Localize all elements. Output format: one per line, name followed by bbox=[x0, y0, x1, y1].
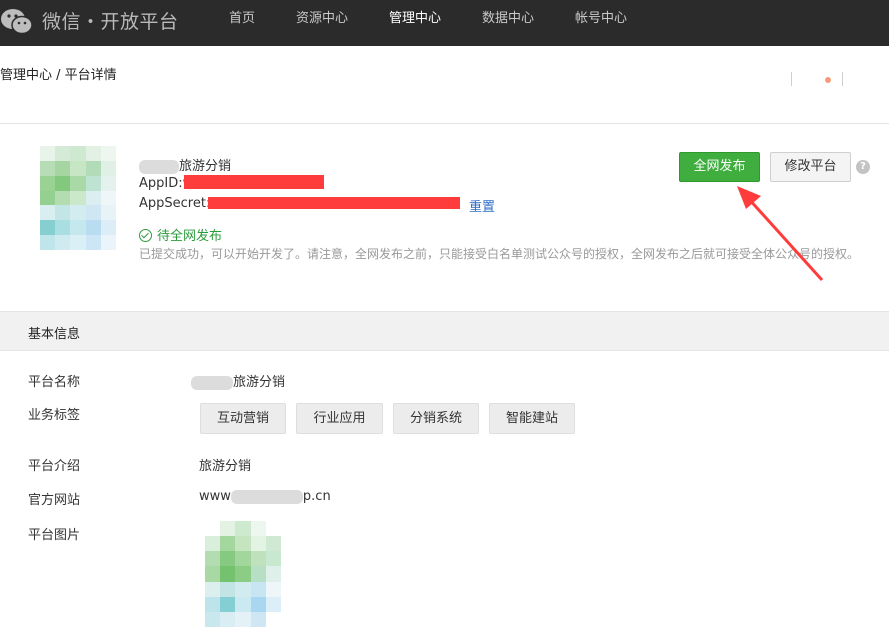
top-navigation-bar: 微信・开放平台 首页 资源中心 管理中心 数据中心 帐号中心 bbox=[0, 0, 889, 46]
platform-intro-value: 旅游分销 bbox=[199, 459, 252, 474]
check-circle-icon bbox=[139, 229, 152, 242]
appsecret-label: AppSecret: bbox=[139, 196, 211, 211]
official-website-value[interactable]: www p.cn bbox=[199, 489, 331, 504]
platform-image-label: 平台图片 bbox=[28, 528, 81, 543]
tag-interactive-marketing: 互动营销 bbox=[200, 403, 286, 434]
platform-name-value: 旅游分销 bbox=[191, 371, 285, 390]
tag-smart-site-building: 智能建站 bbox=[489, 403, 575, 434]
section-header: 基本信息 bbox=[0, 311, 889, 351]
help-icon[interactable]: ? bbox=[856, 160, 870, 174]
status-description: 已提交成功，可以开始开发了。请注意，全网发布之前，只能接受白名单测试公众号的授权… bbox=[139, 247, 860, 261]
redaction-bar bbox=[208, 197, 460, 209]
nav-management-center[interactable]: 管理中心 bbox=[389, 0, 441, 46]
nav-resource-center[interactable]: 资源中心 bbox=[296, 0, 348, 46]
divider bbox=[842, 72, 843, 86]
modify-platform-button[interactable]: 修改平台 bbox=[770, 152, 851, 182]
redacted-text bbox=[191, 375, 233, 390]
business-tags-label: 业务标签 bbox=[28, 408, 81, 423]
tag-distribution-system: 分销系统 bbox=[393, 403, 479, 434]
status-badge: 待全网发布 bbox=[139, 225, 222, 244]
divider bbox=[791, 72, 792, 86]
reset-secret-link[interactable]: 重置 bbox=[469, 196, 495, 215]
redaction-bar bbox=[184, 175, 324, 189]
app-avatar bbox=[40, 146, 116, 250]
platform-image bbox=[205, 521, 281, 627]
platform-intro-label: 平台介绍 bbox=[28, 459, 81, 474]
section-title: 基本信息 bbox=[28, 327, 81, 342]
official-website-label: 官方网站 bbox=[28, 493, 81, 508]
platform-name-label: 平台名称 bbox=[28, 375, 81, 390]
tag-industry-application: 行业应用 bbox=[296, 403, 383, 434]
notification-dot[interactable] bbox=[825, 77, 831, 83]
divider bbox=[0, 123, 889, 124]
redacted-text bbox=[139, 159, 179, 174]
wechat-logo-icon bbox=[1, 9, 33, 35]
publish-all-button[interactable]: 全网发布 bbox=[679, 152, 760, 182]
nav-data-center[interactable]: 数据中心 bbox=[482, 0, 534, 46]
nav-account-center[interactable]: 帐号中心 bbox=[575, 0, 627, 46]
breadcrumb: 管理中心 / 平台详情 bbox=[0, 68, 117, 83]
logo-text[interactable]: 微信・开放平台 bbox=[42, 7, 179, 34]
app-name: 旅游分销 bbox=[139, 155, 231, 174]
nav-home[interactable]: 首页 bbox=[229, 0, 255, 46]
appid-label: AppID: bbox=[139, 176, 183, 191]
redacted-text bbox=[230, 489, 303, 504]
app-secret-row: AppSecret: bbox=[139, 196, 210, 211]
